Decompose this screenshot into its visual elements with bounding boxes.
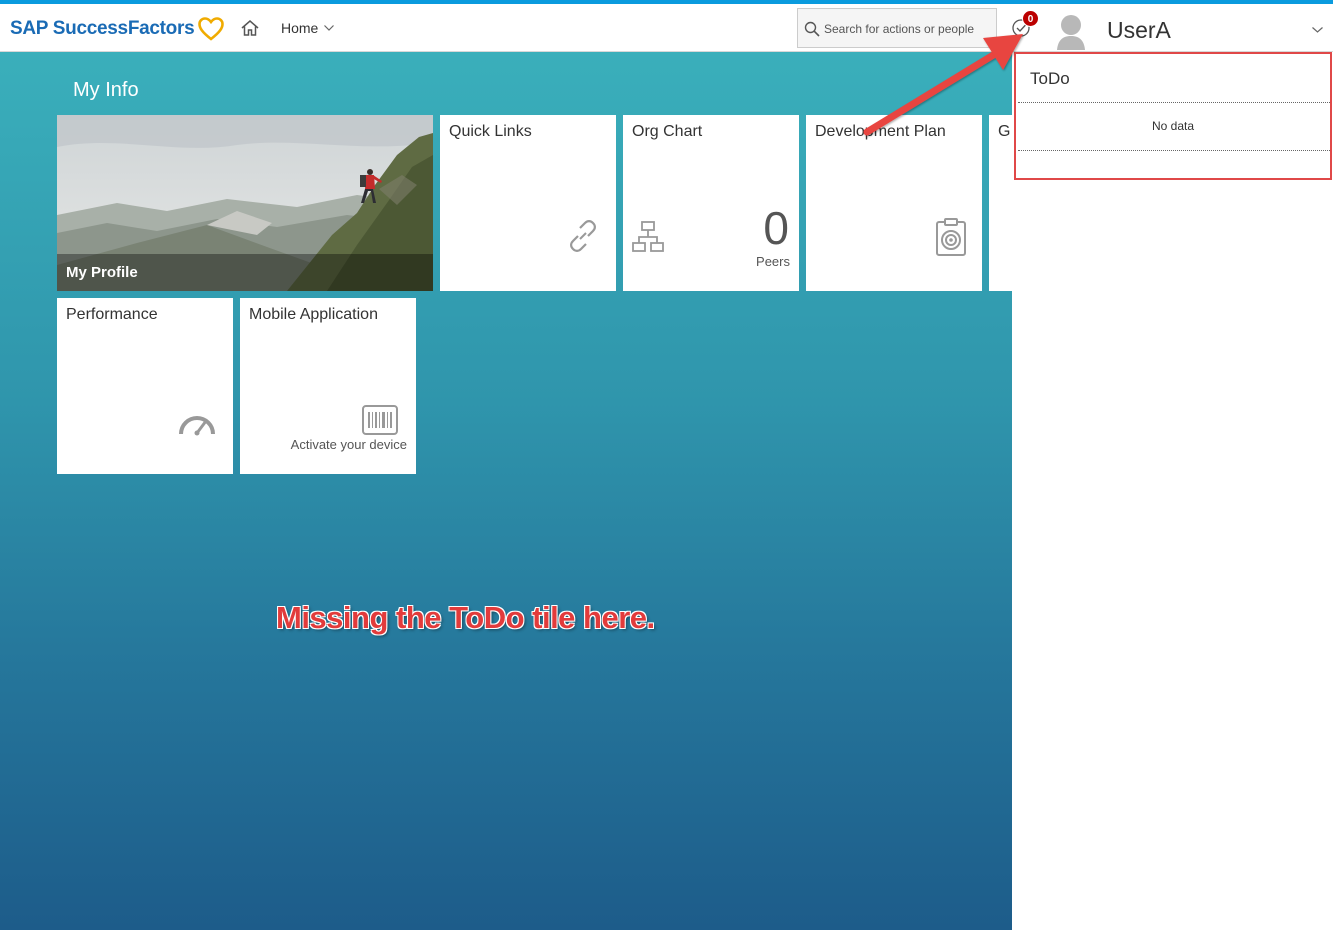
tile-my-profile[interactable]: My Profile [57,115,433,291]
search-icon [804,21,820,37]
speedometer-icon [179,416,215,436]
shell-header: SAP SuccessFactors Home 0 UserA [0,4,1333,52]
chevron-down-icon [324,25,335,31]
tile-quick-links[interactable]: Quick Links [440,115,616,291]
user-name[interactable]: UserA [1107,17,1171,44]
tile-title: Quick Links [449,123,532,140]
divider [1018,102,1330,103]
chevron-down-icon[interactable] [1312,27,1323,33]
peers-count: 0 [763,202,789,254]
org-chart-icon [632,221,664,252]
heart-icon [198,17,225,41]
home-page-content: My Info My Profile Quick Links Org Chart… [0,52,1012,930]
tile-title: Org Chart [632,123,703,140]
tile-mobile-application[interactable]: Mobile Application Activate your device [240,298,416,474]
tile-performance[interactable]: Performance [57,298,233,474]
sap-successfactors-logo[interactable]: SAP SuccessFactors [10,17,225,41]
todo-side-panel [1012,52,1333,930]
annotation-arrow [863,34,1023,136]
home-icon[interactable] [240,18,260,38]
activate-device-label: Activate your device [290,437,407,452]
tile-title: Mobile Application [249,306,378,323]
home-menu-dropdown[interactable]: Home [281,20,335,36]
tile-org-chart[interactable]: Org Chart 0 Peers [623,115,799,291]
home-menu-label: Home [281,20,319,36]
clipboard-target-icon [936,218,966,256]
todo-panel-box: ToDo No data [1014,52,1332,180]
section-title: My Info [73,79,139,101]
peers-label: Peers [756,254,790,269]
missing-todo-annotation: Missing the ToDo tile here. [276,600,655,635]
barcode-device-icon [362,405,398,435]
user-avatar[interactable] [1055,10,1087,50]
todo-empty-message: No data [1151,119,1195,133]
tile-title: Performance [66,306,158,323]
brand-name: SAP SuccessFactors [10,18,195,39]
tile-title: My Profile [66,264,138,281]
todo-count-badge: 0 [1022,10,1039,27]
link-icon [570,220,596,252]
todo-panel-title: ToDo [1030,69,1070,88]
divider [1018,150,1330,151]
